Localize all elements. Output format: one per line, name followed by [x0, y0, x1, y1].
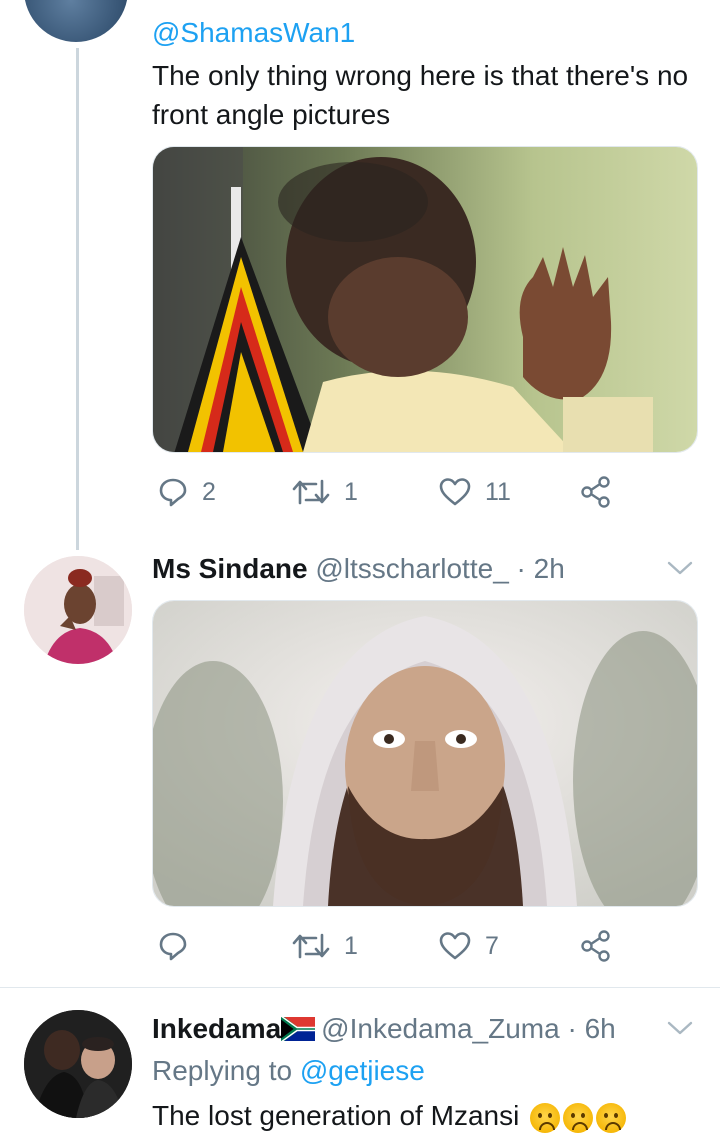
- retweet-action[interactable]: 1: [292, 926, 358, 966]
- avatar-ms-sindane[interactable]: [24, 556, 132, 664]
- chevron-down-icon[interactable]: [667, 560, 693, 576]
- like-action[interactable]: 11: [439, 472, 511, 512]
- avatar-photo: [24, 556, 132, 664]
- retweet-count: 1: [344, 477, 358, 506]
- tweet-image-leader-flag[interactable]: [152, 146, 698, 453]
- photo: [153, 601, 697, 906]
- replying-to-handle[interactable]: @getjiese: [300, 1055, 425, 1086]
- retweet-count: 1: [344, 931, 358, 960]
- retweet-icon: [292, 933, 330, 959]
- replying-to-label: Replying to: [152, 1055, 293, 1086]
- worried-face-icon: [563, 1102, 594, 1133]
- tweet-text: The only thing wrong here is that there'…: [152, 60, 689, 130]
- user-handle[interactable]: @Inkedama_Zuma: [321, 1013, 560, 1044]
- tweet-text: The lost generation of Mzansi: [152, 1096, 627, 1135]
- retweet-icon: [292, 479, 330, 505]
- share-action[interactable]: [580, 472, 612, 512]
- retweet-action[interactable]: 1: [292, 472, 358, 512]
- reply-icon: [159, 478, 187, 507]
- tweet-header: Ms Sindane @ltsscharlotte_ · 2h: [152, 551, 565, 587]
- user-handle[interactable]: @ltsscharlotte_: [315, 553, 508, 584]
- like-count: 7: [485, 931, 499, 960]
- like-action[interactable]: 7: [439, 926, 499, 966]
- tweet-divider: [0, 987, 720, 988]
- timestamp[interactable]: · 2h: [517, 553, 565, 584]
- tweet-actions: 1 7: [152, 926, 632, 966]
- timestamp[interactable]: · 6h: [568, 1013, 616, 1044]
- reply-handle[interactable]: @ShamasWan1: [152, 16, 355, 50]
- avatar-shamaswan1[interactable]: [24, 0, 128, 42]
- reply-count: 2: [202, 477, 216, 506]
- tweet-text-content: The lost generation of Mzansi: [152, 1100, 520, 1131]
- south-africa-flag-icon: [279, 1015, 316, 1043]
- tweet-actions: 2 1 11: [152, 472, 632, 512]
- avatar-inkedama[interactable]: [24, 1010, 132, 1118]
- tweet-image-portrait[interactable]: [152, 600, 698, 907]
- like-count: 11: [485, 477, 511, 506]
- tweet-header: Inkedama @Inkedama_Zuma · 6h: [152, 1011, 616, 1047]
- thread-connector-line: [76, 48, 79, 550]
- avatar-photo: [24, 1010, 132, 1118]
- reply-icon: [159, 932, 187, 961]
- replying-to: Replying to @getjiese: [152, 1053, 425, 1089]
- like-icon: [439, 932, 471, 960]
- display-name[interactable]: Ms Sindane: [152, 553, 308, 584]
- reply-action[interactable]: 2: [158, 472, 216, 512]
- chevron-down-icon[interactable]: [667, 1020, 693, 1036]
- share-action[interactable]: [580, 926, 612, 966]
- worried-face-icon: [596, 1102, 627, 1133]
- share-icon: [581, 930, 610, 962]
- worried-face-icon: [530, 1102, 561, 1133]
- display-name[interactable]: Inkedama: [152, 1013, 281, 1044]
- like-icon: [439, 478, 471, 506]
- photo: [153, 147, 697, 452]
- reply-action[interactable]: [158, 926, 202, 966]
- share-icon: [581, 476, 610, 508]
